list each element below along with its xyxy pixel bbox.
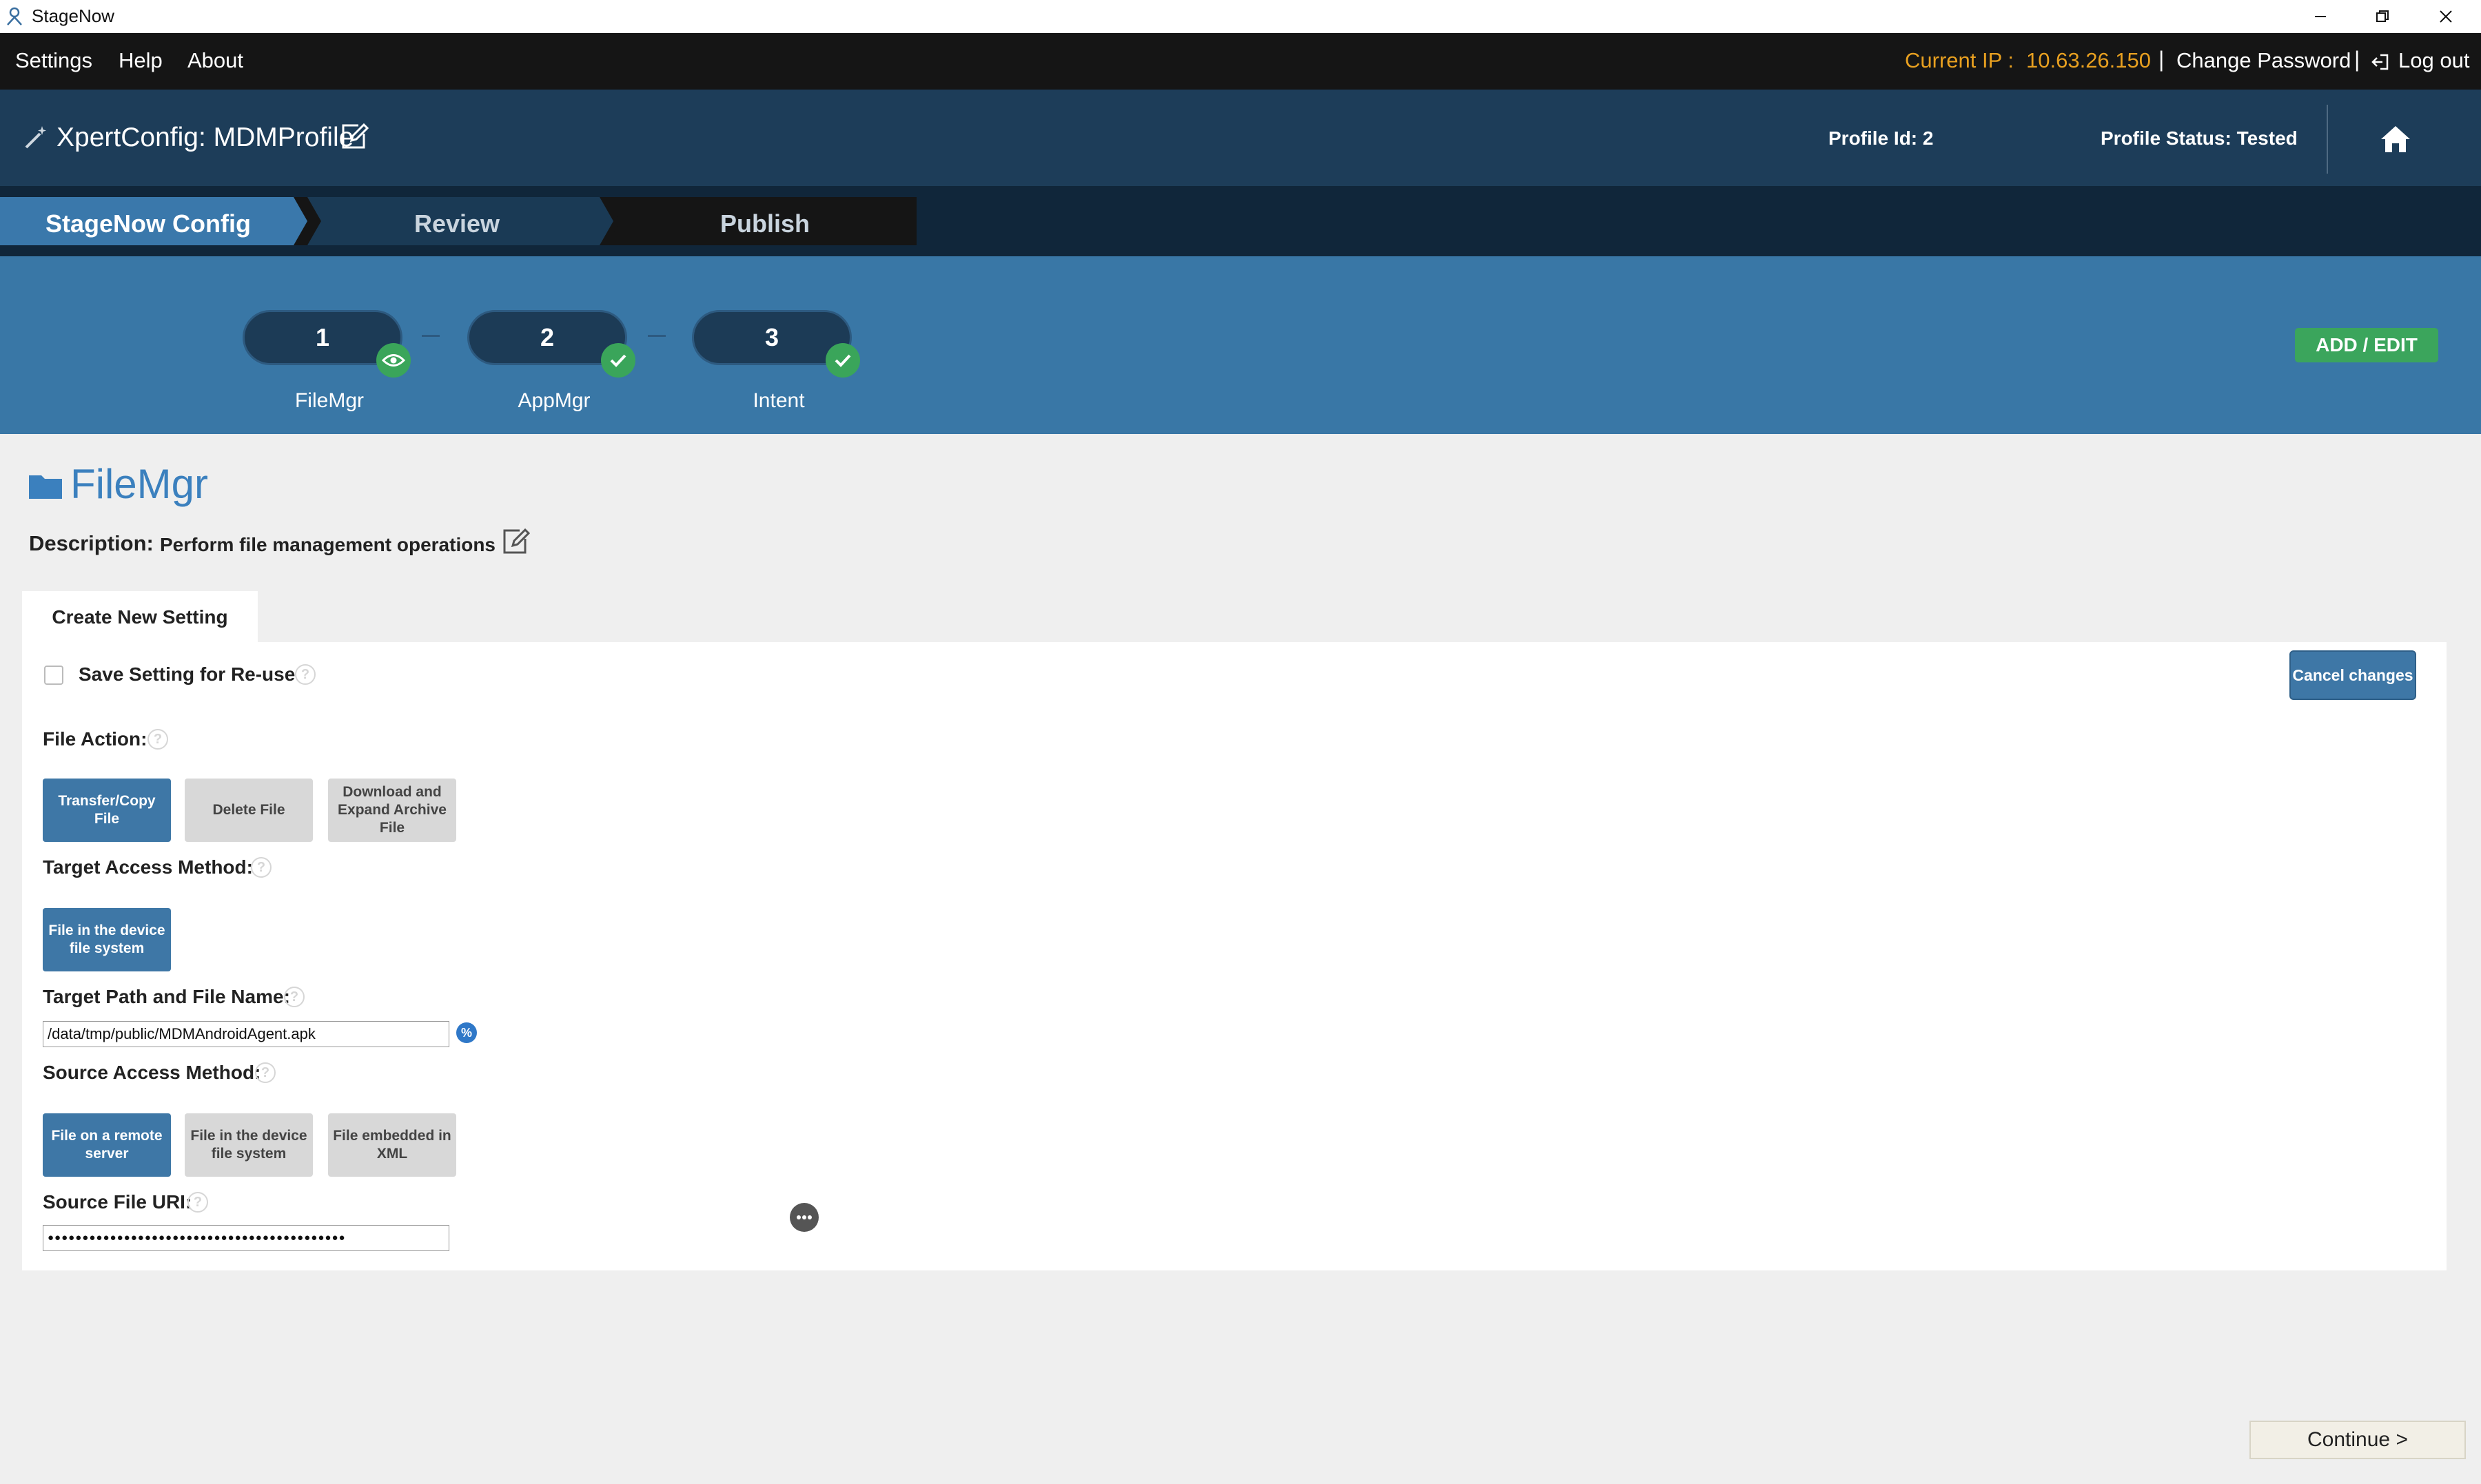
menu-help[interactable]: Help xyxy=(119,48,163,73)
section-title: FileMgr xyxy=(70,461,209,507)
wizard-tab-publish[interactable]: Publish xyxy=(613,209,917,238)
close-icon xyxy=(2440,10,2452,23)
source-uri-label: Source File URI: xyxy=(43,1191,192,1213)
target-path-label: Target Path and File Name: xyxy=(43,986,290,1007)
menu-about[interactable]: About xyxy=(187,48,243,73)
source-uri-input[interactable]: ●●●●●●●●●●●●●●●●●●●●●●●●●●●●●●●●●●●●●●●●… xyxy=(43,1225,449,1251)
source-access-embedded-xml[interactable]: File embedded in XML xyxy=(328,1113,456,1177)
target-access-device-file-system[interactable]: File in the device file system xyxy=(43,908,171,971)
more-options-button[interactable] xyxy=(790,1203,819,1232)
restore-icon xyxy=(2376,10,2389,22)
help-icon[interactable]: ? xyxy=(255,1062,276,1083)
close-button[interactable] xyxy=(2415,0,2477,33)
magic-wand-icon xyxy=(22,124,50,152)
source-access-device-file-system[interactable]: File in the device file system xyxy=(185,1113,313,1177)
restore-button[interactable] xyxy=(2351,0,2413,33)
minimize-icon xyxy=(2315,16,2326,17)
save-setting-label: Save Setting for Re-use xyxy=(79,663,296,685)
file-action-label: File Action: xyxy=(43,728,147,750)
step-2-badge xyxy=(601,343,635,378)
profile-title: XpertConfig: MDMProfile xyxy=(57,123,354,152)
folder-icon xyxy=(28,471,63,500)
file-action-transfer-copy[interactable]: Transfer/Copy File xyxy=(43,779,171,842)
source-access-label: Source Access Method: xyxy=(43,1062,261,1083)
file-action-delete[interactable]: Delete File xyxy=(185,779,313,842)
step-2-label: AppMgr xyxy=(518,389,591,412)
save-setting-checkbox[interactable] xyxy=(44,666,63,685)
cancel-changes-button[interactable]: Cancel changes xyxy=(2289,650,2416,700)
check-icon xyxy=(610,354,626,367)
continue-button[interactable]: Continue > xyxy=(2249,1421,2466,1459)
help-icon[interactable]: ? xyxy=(147,729,168,750)
menu-settings[interactable]: Settings xyxy=(15,48,92,73)
stagenow-app-icon xyxy=(4,6,25,26)
wizard-tab-review[interactable]: Review xyxy=(307,209,606,238)
eye-icon xyxy=(382,354,405,367)
profile-status: Profile Status: Tested xyxy=(2101,127,2298,149)
ellipsis-icon xyxy=(797,1215,812,1219)
wizard-bar: StageNow Config Review Publish xyxy=(0,186,2481,256)
tab-create-new-setting[interactable]: Create New Setting xyxy=(22,591,258,643)
logout-icon xyxy=(2371,52,2390,72)
wizard-tab-stagenow-config[interactable]: StageNow Config xyxy=(0,209,296,238)
description-text: Perform file management operations xyxy=(160,534,496,555)
file-action-download-expand[interactable]: Download and Expand Archive File xyxy=(328,779,456,842)
menu-separator: | xyxy=(2158,47,2165,72)
window-title: StageNow xyxy=(32,6,114,26)
help-icon[interactable]: ? xyxy=(284,987,305,1007)
variable-button[interactable]: % xyxy=(456,1022,477,1043)
description-label: Description: xyxy=(29,531,154,555)
help-icon[interactable]: ? xyxy=(187,1192,208,1213)
menu-bar: Settings Help About Current IP : 10.63.2… xyxy=(0,33,2481,90)
edit-description-icon[interactable] xyxy=(499,526,531,558)
help-icon[interactable]: ? xyxy=(251,857,272,878)
header-divider xyxy=(2327,105,2328,174)
step-1-badge xyxy=(376,343,411,378)
source-access-remote-server[interactable]: File on a remote server xyxy=(43,1113,171,1177)
logout-link[interactable]: Log out xyxy=(2398,48,2469,73)
change-password-link[interactable]: Change Password xyxy=(2176,48,2351,73)
target-access-label: Target Access Method: xyxy=(43,856,253,878)
current-ip-value: 10.63.26.150 xyxy=(2026,48,2152,72)
window-titlebar: StageNow xyxy=(0,0,2481,34)
menu-separator: | xyxy=(2354,47,2360,72)
step-1-label: FileMgr xyxy=(294,389,364,412)
minimize-button[interactable] xyxy=(2289,0,2351,33)
edit-profile-icon[interactable] xyxy=(338,121,369,153)
step-connector xyxy=(648,335,666,337)
step-connector xyxy=(422,335,440,337)
profile-id: Profile Id: 2 xyxy=(1828,127,1934,149)
home-icon[interactable] xyxy=(2379,124,2412,154)
profile-header: XpertConfig: MDMProfile Profile Id: 2 Pr… xyxy=(0,90,2481,186)
step-3-label: Intent xyxy=(753,389,805,412)
steps-bar: 1 2 3 FileMgr AppMgr Intent ADD / EDIT xyxy=(0,256,2481,434)
check-icon xyxy=(835,354,851,367)
help-icon[interactable]: ? xyxy=(295,664,316,685)
target-path-input[interactable] xyxy=(43,1021,449,1047)
add-edit-button[interactable]: ADD / EDIT xyxy=(2295,328,2438,362)
step-3-badge xyxy=(826,343,860,378)
current-ip-label: Current IP : xyxy=(1905,48,2014,72)
